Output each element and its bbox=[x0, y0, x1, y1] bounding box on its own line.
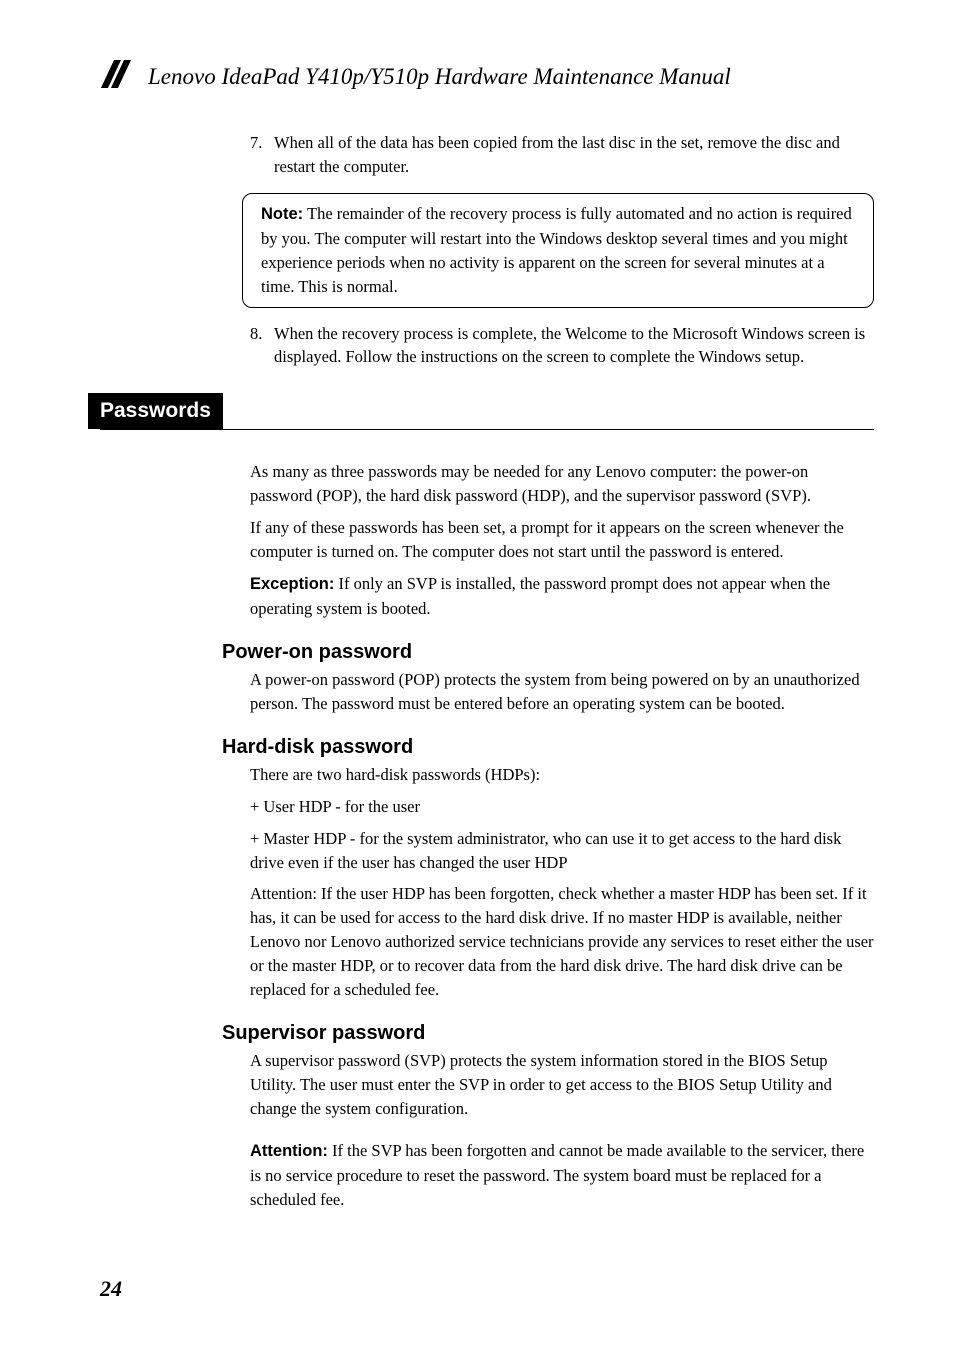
paragraph: A supervisor password (SVP) protects the… bbox=[250, 1049, 874, 1121]
page-header: Lenovo IdeaPad Y410p/Y510p Hardware Main… bbox=[100, 60, 874, 93]
section-content: As many as three passwords may be needed… bbox=[250, 460, 874, 1211]
paragraph: There are two hard-disk passwords (HDPs)… bbox=[250, 763, 874, 787]
list-item: 7. When all of the data has been copied … bbox=[250, 131, 874, 179]
exception-text: If only an SVP is installed, the passwor… bbox=[250, 574, 830, 618]
list-item: 8. When the recovery process is complete… bbox=[250, 322, 874, 370]
sub-heading-hdp: Hard-disk password bbox=[222, 736, 874, 759]
exception-label: Exception: bbox=[250, 575, 334, 593]
manual-title: Lenovo IdeaPad Y410p/Y510p Hardware Main… bbox=[148, 64, 731, 90]
note-label: Note: bbox=[261, 205, 303, 223]
sub-heading-svp: Supervisor password bbox=[222, 1022, 874, 1045]
note-text: The remainder of the recovery process is… bbox=[261, 204, 852, 296]
list-number: 7. bbox=[250, 131, 274, 179]
paragraph: If any of these passwords has been set, … bbox=[250, 516, 874, 564]
attention-label: Attention: bbox=[250, 1142, 328, 1160]
list-number: 8. bbox=[250, 322, 274, 370]
paragraph: + User HDP - for the user bbox=[250, 795, 874, 819]
sub-heading-pop: Power-on password bbox=[222, 641, 874, 664]
paragraph: Attention: If the SVP has been forgotten… bbox=[250, 1139, 874, 1212]
paragraph: Attention: If the user HDP has been forg… bbox=[250, 882, 874, 1002]
content-area: 7. When all of the data has been copied … bbox=[250, 131, 874, 369]
paragraph: A power-on password (POP) protects the s… bbox=[250, 668, 874, 716]
paragraph: Exception: If only an SVP is installed, … bbox=[250, 572, 874, 621]
list-text: When the recovery process is complete, t… bbox=[274, 322, 874, 370]
list-text: When all of the data has been copied fro… bbox=[274, 131, 874, 179]
slash-icon bbox=[100, 60, 136, 93]
attention-text: If the SVP has been forgotten and cannot… bbox=[250, 1141, 864, 1209]
paragraph: As many as three passwords may be needed… bbox=[250, 460, 874, 508]
section-rule bbox=[100, 429, 874, 430]
note-box: Note: The remainder of the recovery proc… bbox=[242, 193, 874, 308]
page-number: 24 bbox=[100, 1276, 122, 1302]
paragraph: + Master HDP - for the system administra… bbox=[250, 827, 874, 875]
section-heading-passwords: Passwords bbox=[88, 393, 223, 429]
